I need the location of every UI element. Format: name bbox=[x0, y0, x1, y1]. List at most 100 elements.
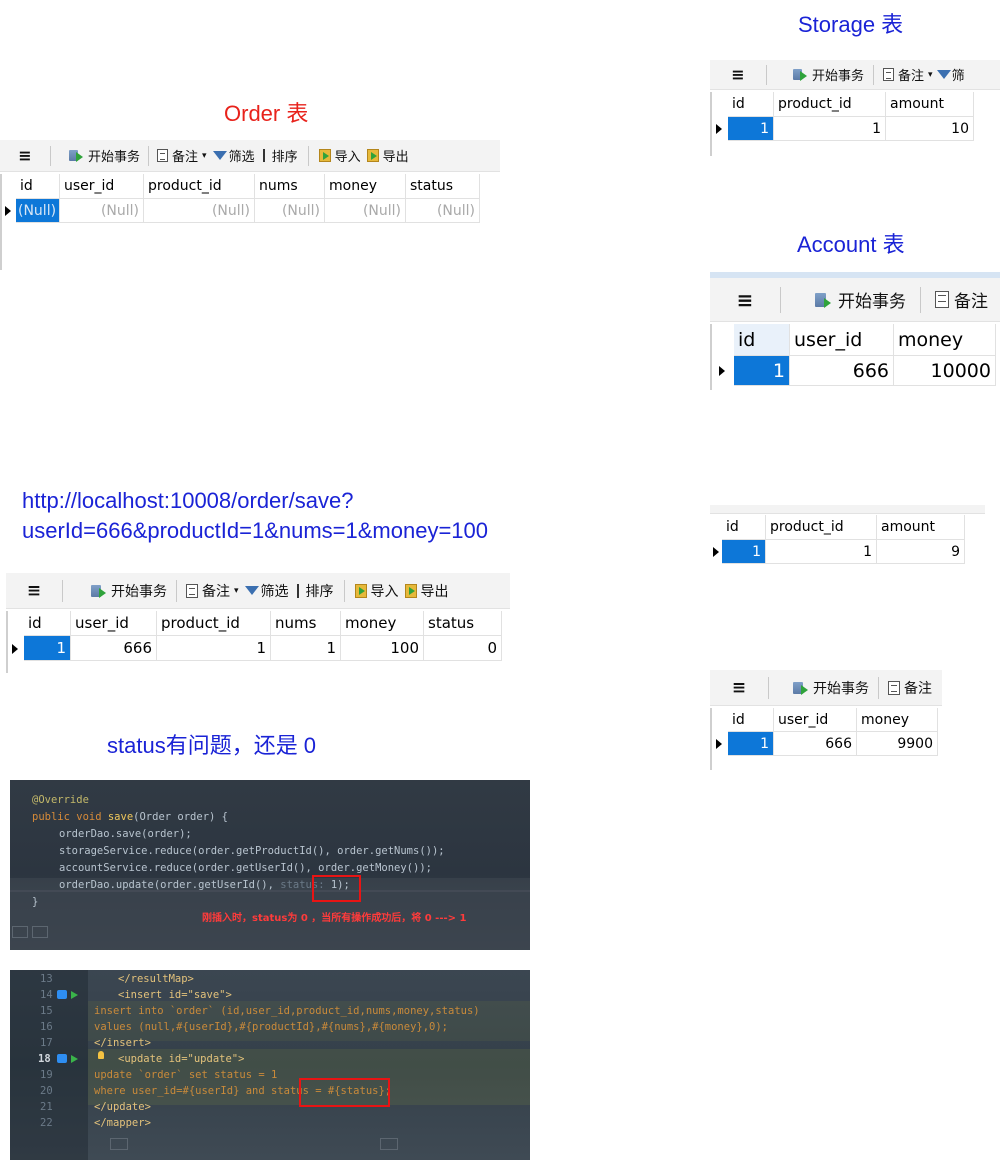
mapper-icon[interactable] bbox=[57, 990, 67, 999]
grid-toolbar: ≡ 开始事务 备注 ▾ 筛 bbox=[710, 60, 1000, 90]
note-button[interactable]: 备注 ▾ bbox=[883, 65, 933, 84]
menu-icon[interactable]: ≡ bbox=[6, 581, 62, 601]
java-code-editor: @Override public void save(Order order) … bbox=[10, 780, 530, 950]
column-header[interactable]: money bbox=[341, 611, 424, 636]
column-header[interactable]: nums bbox=[271, 611, 341, 636]
column-header[interactable]: money bbox=[325, 174, 406, 199]
table-cell[interactable]: 9 bbox=[877, 540, 965, 564]
column-header[interactable]: nums bbox=[255, 174, 325, 199]
note-button[interactable]: 备注 ▾ bbox=[157, 146, 207, 165]
begin-transaction-button[interactable]: 开始事务 bbox=[91, 581, 167, 601]
column-header[interactable]: user_id bbox=[790, 324, 894, 356]
column-header[interactable]: id bbox=[734, 324, 790, 356]
table-cell[interactable]: (Null) bbox=[406, 199, 480, 223]
column-header[interactable]: user_id bbox=[71, 611, 157, 636]
table-cell[interactable]: 1 bbox=[24, 636, 71, 661]
export-button[interactable]: 导出 bbox=[366, 146, 409, 165]
import-button[interactable]: 导入 bbox=[318, 146, 361, 165]
table-cell[interactable]: 1 bbox=[271, 636, 341, 661]
import-button[interactable]: 导入 bbox=[354, 581, 399, 601]
row-indicator-header bbox=[710, 324, 734, 356]
table-cell[interactable]: 10000 bbox=[894, 356, 996, 386]
column-header[interactable]: money bbox=[857, 708, 938, 732]
menu-icon[interactable]: ≡ bbox=[710, 288, 780, 312]
begin-transaction-button[interactable]: 开始事务 bbox=[793, 678, 869, 698]
note-button[interactable]: 备注 bbox=[935, 287, 988, 312]
menu-icon[interactable]: ≡ bbox=[710, 678, 768, 698]
table-cell[interactable]: (Null) bbox=[60, 199, 144, 223]
table-cell[interactable]: 1 bbox=[728, 117, 774, 141]
begin-transaction-button[interactable]: 开始事务 bbox=[793, 65, 864, 84]
table-cell[interactable]: (Null) bbox=[16, 199, 60, 223]
column-header[interactable]: product_id bbox=[144, 174, 255, 199]
table-cell[interactable]: 1 bbox=[734, 356, 790, 386]
column-header[interactable]: user_id bbox=[60, 174, 144, 199]
filter-button[interactable]: 筛 bbox=[936, 65, 965, 84]
export-button[interactable]: 导出 bbox=[404, 581, 449, 601]
column-header[interactable]: id bbox=[24, 611, 71, 636]
sort-button[interactable]: 排序 bbox=[262, 146, 298, 165]
table-row[interactable]: 1 1 9 bbox=[710, 540, 965, 564]
filter-button[interactable]: 筛选 bbox=[212, 146, 255, 165]
account-table-after: ≡ 开始事务 备注 id user_id money 1 666 9900 bbox=[710, 670, 942, 770]
code-line: values (null,#{userId},#{productId},#{nu… bbox=[94, 1021, 449, 1033]
request-url-line1: http://localhost:10008/order/save? bbox=[22, 488, 354, 513]
menu-icon[interactable]: ≡ bbox=[0, 146, 50, 165]
table-row[interactable]: 1 666 1 1 100 0 bbox=[6, 636, 502, 661]
table-cell[interactable]: (Null) bbox=[325, 199, 406, 223]
code-text: (Order order) { bbox=[133, 811, 228, 823]
note-icon bbox=[935, 291, 949, 308]
table-row[interactable]: (Null) (Null) (Null) (Null) (Null) (Null… bbox=[0, 199, 480, 223]
note-button[interactable]: 备注 ▾ bbox=[186, 581, 239, 601]
table-cell[interactable]: (Null) bbox=[144, 199, 255, 223]
table-cell[interactable]: 9900 bbox=[857, 732, 938, 756]
table-cell[interactable]: 666 bbox=[71, 636, 157, 661]
filter-button[interactable]: 筛选 bbox=[244, 581, 289, 601]
sort-button[interactable]: 排序 bbox=[296, 581, 334, 601]
chevron-down-icon[interactable]: ▾ bbox=[928, 70, 933, 80]
table-cell[interactable]: 10 bbox=[886, 117, 974, 141]
column-header[interactable]: id bbox=[728, 92, 774, 117]
table-cell[interactable]: (Null) bbox=[255, 199, 325, 223]
table-cell[interactable]: 100 bbox=[341, 636, 424, 661]
begin-transaction-label: 开始事务 bbox=[812, 69, 865, 84]
column-header[interactable]: id bbox=[16, 174, 60, 199]
begin-transaction-button[interactable]: 开始事务 bbox=[815, 287, 906, 312]
table-cell[interactable]: 1 bbox=[722, 540, 766, 564]
begin-transaction-button[interactable]: 开始事务 bbox=[69, 146, 140, 165]
column-header[interactable]: status bbox=[424, 611, 502, 636]
table-cell[interactable]: 1 bbox=[774, 117, 886, 141]
line-number: 13 bbox=[40, 973, 53, 985]
column-header[interactable]: id bbox=[722, 515, 766, 540]
table-row[interactable]: 1 666 10000 bbox=[710, 356, 996, 386]
note-button[interactable]: 备注 bbox=[888, 678, 932, 698]
table-cell[interactable]: 666 bbox=[774, 732, 857, 756]
column-header[interactable]: money bbox=[894, 324, 996, 356]
chevron-down-icon[interactable]: ▾ bbox=[202, 151, 207, 161]
chevron-down-icon[interactable]: ▾ bbox=[234, 586, 239, 596]
column-header[interactable]: product_id bbox=[766, 515, 877, 540]
grid-toolbar: ≡ 开始事务 备注 bbox=[710, 670, 942, 706]
import-label: 导入 bbox=[370, 583, 399, 600]
table-cell[interactable]: 1 bbox=[728, 732, 774, 756]
begin-transaction-label: 开始事务 bbox=[838, 292, 906, 312]
column-header[interactable]: product_id bbox=[774, 92, 886, 117]
table-cell[interactable]: 1 bbox=[157, 636, 271, 661]
column-header[interactable]: amount bbox=[886, 92, 974, 117]
table-row[interactable]: 1 666 9900 bbox=[710, 732, 938, 756]
column-header[interactable]: product_id bbox=[157, 611, 271, 636]
column-header[interactable]: amount bbox=[877, 515, 965, 540]
column-header[interactable]: id bbox=[728, 708, 774, 732]
table-cell[interactable]: 666 bbox=[790, 356, 894, 386]
table-row[interactable]: 1 1 10 bbox=[710, 117, 974, 141]
table-cell[interactable]: 0 bbox=[424, 636, 502, 661]
mapper-icon[interactable] bbox=[57, 1054, 67, 1063]
column-header[interactable]: status bbox=[406, 174, 480, 199]
menu-icon[interactable]: ≡ bbox=[710, 65, 766, 84]
column-header[interactable]: user_id bbox=[774, 708, 857, 732]
run-icon[interactable] bbox=[71, 991, 78, 999]
table-cell[interactable]: 1 bbox=[766, 540, 877, 564]
run-icon[interactable] bbox=[71, 1055, 78, 1063]
toolbar-separator bbox=[878, 676, 879, 699]
lightbulb-icon[interactable] bbox=[98, 1051, 104, 1059]
